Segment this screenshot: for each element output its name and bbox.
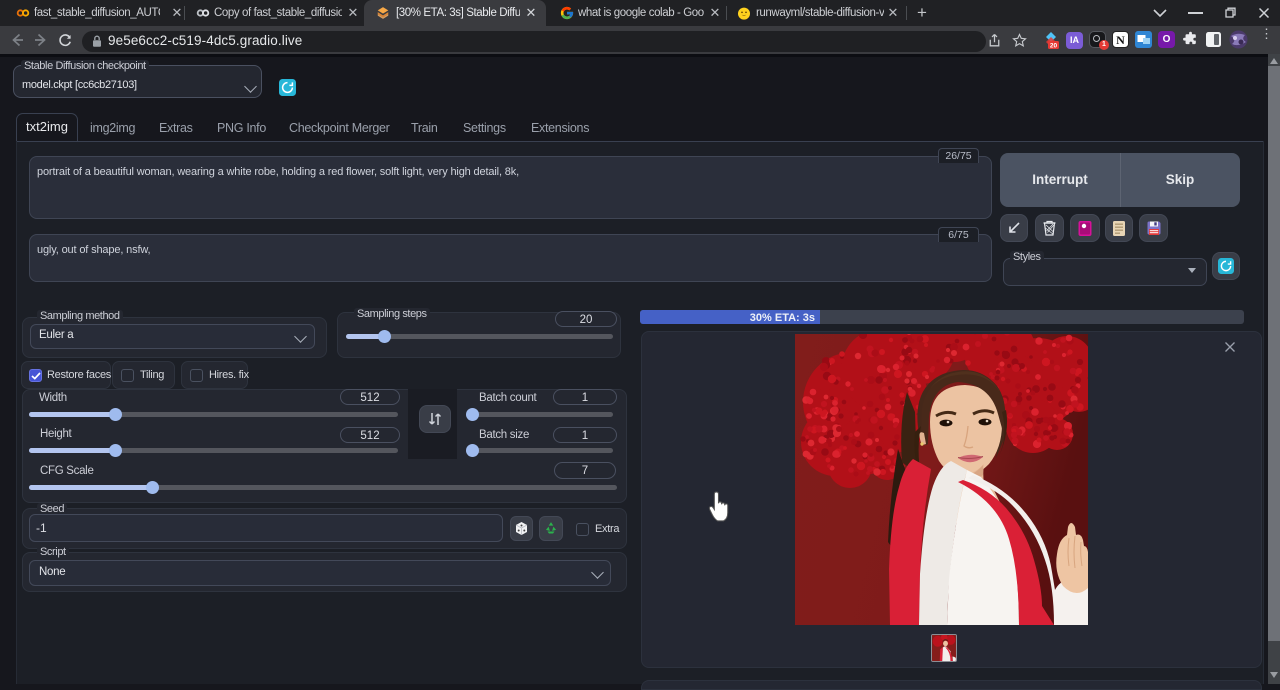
- svg-text:20: 20: [1050, 43, 1058, 50]
